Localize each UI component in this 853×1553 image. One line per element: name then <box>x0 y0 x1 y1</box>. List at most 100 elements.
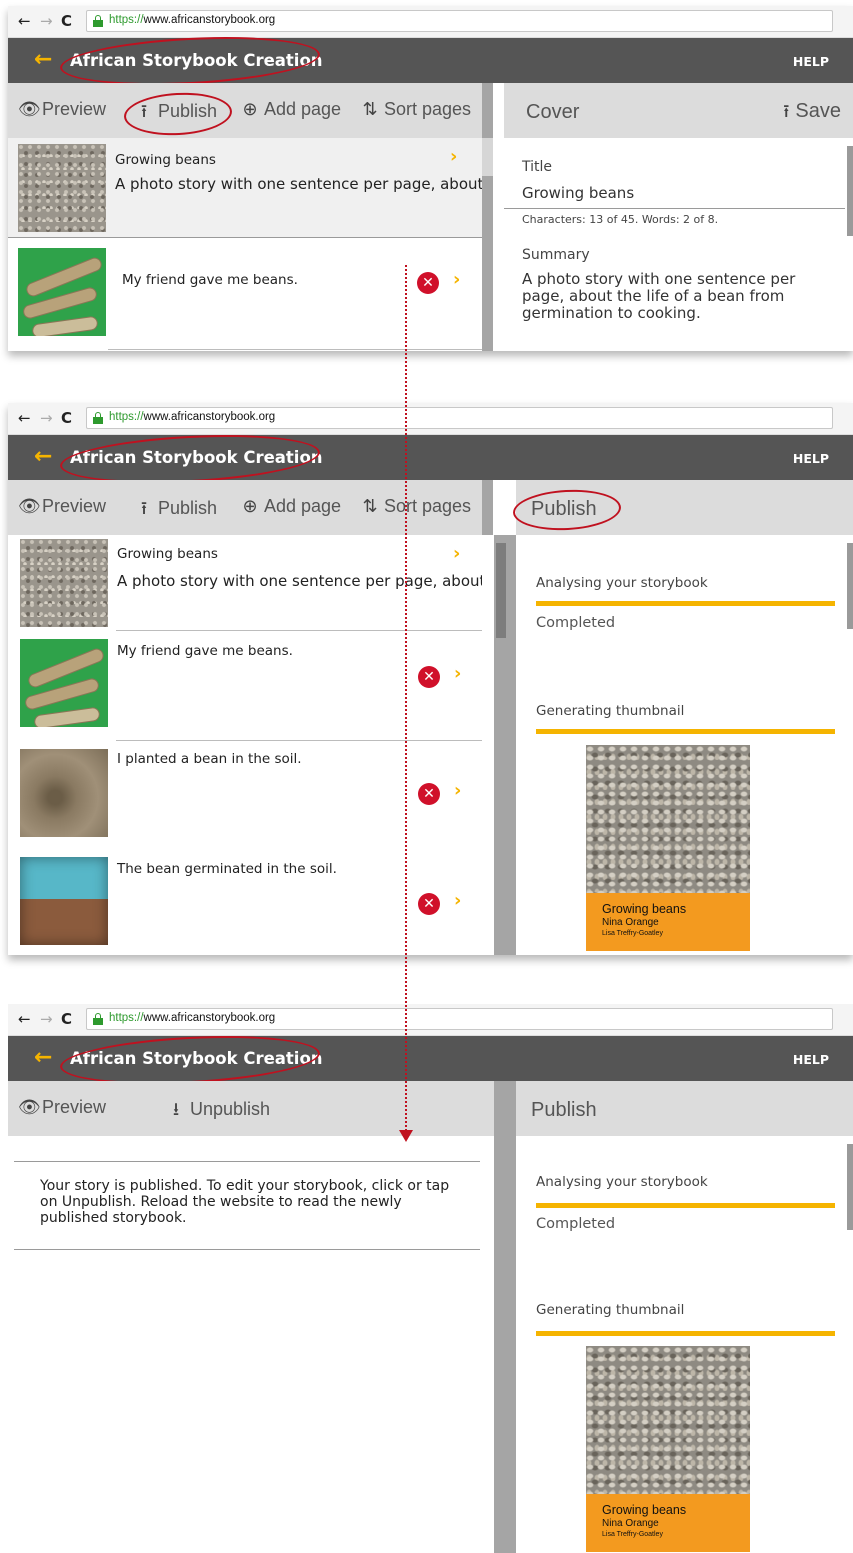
analysing-status: Completed <box>536 1216 616 1232</box>
delete-page-icon[interactable]: ✕ <box>418 893 440 915</box>
back-arrow-icon[interactable]: ← <box>34 1045 52 1070</box>
url-text: https://www.africanstorybook.org <box>109 411 276 423</box>
list-item[interactable]: My friend gave me beans. ✕ › <box>8 238 482 350</box>
browser-forward-icon[interactable]: → <box>40 12 53 30</box>
publish-button[interactable]: ⭱ Publish <box>134 99 217 129</box>
eye-icon: 👁 <box>18 1097 41 1117</box>
preview-button[interactable]: 👁Preview <box>18 99 106 120</box>
published-message-text: Your story is published. To edit your st… <box>40 1178 450 1226</box>
chevron-right-icon[interactable]: › <box>450 146 457 167</box>
screenshot-cover-editor: ← → C https://www.africanstorybook.org ←… <box>8 6 853 351</box>
delete-page-icon[interactable]: ✕ <box>418 666 440 688</box>
page-text: My friend gave me beans. <box>117 643 293 659</box>
title-counter: Characters: 13 of 45. Words: 2 of 8. <box>522 213 719 226</box>
address-bar[interactable]: https://www.africanstorybook.org <box>86 407 833 429</box>
add-page-button[interactable]: ⊕ Add page <box>240 99 341 120</box>
summary-input[interactable]: A photo story with one sentence per page… <box>522 271 837 322</box>
browser-back-icon[interactable]: ← <box>18 12 31 30</box>
upload-icon: ⭱ <box>140 498 148 518</box>
browser-reload-icon[interactable]: C <box>61 409 72 427</box>
sort-pages-button[interactable]: ⇅ Sort pages <box>360 99 471 120</box>
annotation-arrowhead <box>399 1130 413 1142</box>
chevron-right-icon[interactable]: › <box>453 543 460 564</box>
publish-header: Publish <box>516 480 853 535</box>
url-text: https://www.africanstorybook.org <box>109 1012 276 1024</box>
list-item[interactable]: Growing beans A photo story with one sen… <box>8 535 482 631</box>
form-scrollbar[interactable] <box>847 146 853 236</box>
pane-divider[interactable] <box>494 1136 516 1553</box>
editor-toolbar: 👁Preview ⭱ Publish ⊕ Add page ⇅ Sort pages <box>8 480 493 535</box>
title-label: Title <box>522 159 553 175</box>
thumbnail-progress-bar <box>536 1331 835 1336</box>
help-button[interactable]: HELP <box>793 54 829 69</box>
page-thumbnail <box>20 857 108 945</box>
pane-scrollbar[interactable] <box>847 1144 853 1230</box>
screenshot-published: ← → C https://www.africanstorybook.org ←… <box>8 1004 853 1553</box>
cover-header: Cover ⭱ Save <box>504 83 853 138</box>
title-input[interactable]: Growing beans <box>522 184 634 202</box>
delete-page-icon[interactable]: ✕ <box>417 272 439 294</box>
page-thumbnail <box>20 749 108 837</box>
browser-forward-icon[interactable]: → <box>40 1010 53 1028</box>
back-arrow-icon[interactable]: ← <box>34 47 52 72</box>
page-thumbnail <box>20 639 108 727</box>
preview-button[interactable]: 👁Preview <box>18 1097 106 1118</box>
app-title: African Storybook Creation <box>70 51 323 70</box>
list-item[interactable]: My friend gave me beans. ✕ › <box>8 631 482 741</box>
chevron-right-icon[interactable]: › <box>453 269 460 290</box>
browser-back-icon[interactable]: ← <box>18 1010 31 1028</box>
unpublish-button[interactable]: ⭳ Unpublish <box>166 1097 270 1127</box>
cover-thumbnail: Growing beans Nina Orange Lisa Treffry-G… <box>586 1346 750 1552</box>
sort-pages-button[interactable]: ⇅ Sort pages <box>360 496 471 517</box>
browser-reload-icon[interactable]: C <box>61 1010 72 1028</box>
upload-icon: ⭱ <box>140 101 148 121</box>
help-button[interactable]: HELP <box>793 451 829 466</box>
chevron-right-icon[interactable]: › <box>454 780 461 801</box>
list-scrollbar[interactable] <box>496 543 506 638</box>
save-button[interactable]: ⭱ Save <box>783 99 841 129</box>
upload-icon: ⭱ <box>783 101 790 121</box>
help-button[interactable]: HELP <box>793 1052 829 1067</box>
list-item[interactable]: Growing beans A photo story with one sen… <box>8 138 482 238</box>
list-item[interactable]: I planted a bean in the soil. ✕ › <box>8 741 482 851</box>
delete-page-icon[interactable]: ✕ <box>418 783 440 805</box>
publish-button[interactable]: ⭱ Publish <box>134 496 217 526</box>
pane-scrollbar[interactable] <box>847 543 853 629</box>
app-header: ← African Storybook Creation HELP <box>8 1036 853 1081</box>
plus-circle-icon: ⊕ <box>242 99 258 119</box>
list-scrollbar[interactable] <box>482 138 493 176</box>
cover-author: Nina Orange <box>602 917 659 928</box>
page-title: Growing beans <box>117 546 218 562</box>
analysing-label: Analysing your storybook <box>536 1174 708 1190</box>
download-icon: ⭳ <box>172 1099 180 1119</box>
sort-icon: ⇅ <box>362 496 378 516</box>
browser-back-icon[interactable]: ← <box>18 409 31 427</box>
browser-toolbar: ← → C https://www.africanstorybook.org <box>8 6 853 38</box>
page-subtitle: A photo story with one sentence per page… <box>115 175 482 193</box>
pane-title: Publish <box>531 1099 597 1121</box>
publish-progress: Analysing your storybook Completed Gener… <box>516 1136 853 1553</box>
chevron-right-icon[interactable]: › <box>454 890 461 911</box>
cover-title: Growing beans <box>602 902 687 916</box>
url-text: https://www.africanstorybook.org <box>109 14 276 26</box>
chevron-right-icon[interactable]: › <box>454 663 461 684</box>
list-item[interactable]: The bean germinated in the soil. ✕ › <box>8 851 482 955</box>
analysing-progress-bar <box>536 601 835 606</box>
add-page-button[interactable]: ⊕ Add page <box>240 496 341 517</box>
cover-form: Title Growing beans Characters: 13 of 45… <box>504 138 853 351</box>
eye-icon: 👁 <box>18 496 41 516</box>
address-bar[interactable]: https://www.africanstorybook.org <box>86 1008 833 1030</box>
preview-button[interactable]: 👁Preview <box>18 496 106 517</box>
cover-author: Nina Orange <box>602 1518 659 1529</box>
publish-progress: Analysing your storybook Completed Gener… <box>516 535 853 955</box>
pane-title: Publish <box>531 498 597 520</box>
sort-icon: ⇅ <box>362 99 378 119</box>
editor-toolbar: 👁Preview ⭳ Unpublish <box>8 1081 516 1136</box>
lock-icon <box>93 1013 103 1025</box>
browser-forward-icon[interactable]: → <box>40 409 53 427</box>
browser-reload-icon[interactable]: C <box>61 12 72 30</box>
back-arrow-icon[interactable]: ← <box>34 444 52 469</box>
page-title: Growing beans <box>115 152 216 168</box>
address-bar[interactable]: https://www.africanstorybook.org <box>86 10 833 32</box>
app-header: ← African Storybook Creation HELP <box>8 435 853 480</box>
